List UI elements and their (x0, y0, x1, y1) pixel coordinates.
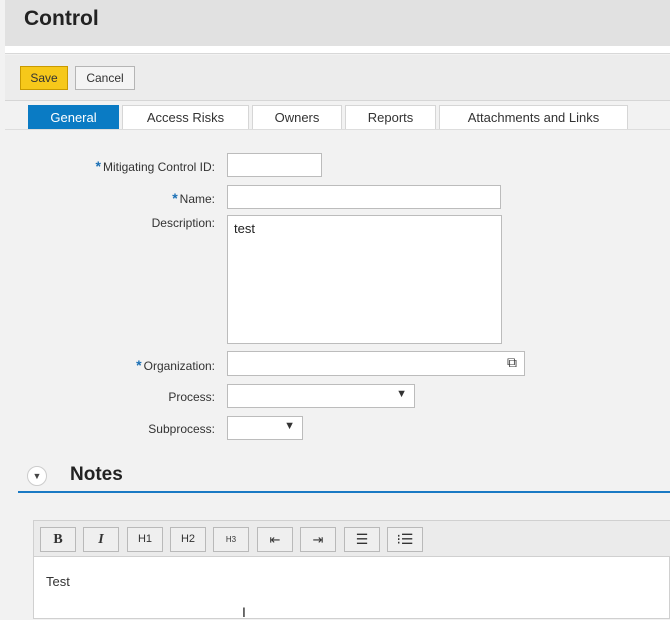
tab-general[interactable]: General (28, 105, 119, 129)
required-marker: * (95, 158, 101, 174)
h1-button[interactable]: H1 (127, 527, 163, 552)
section-divider (18, 491, 670, 493)
numbered-list-button[interactable]: ☰ (344, 527, 380, 552)
chevron-down-icon: ▼ (396, 388, 407, 400)
value-help-icon[interactable]: ⧉ (507, 354, 517, 371)
mitigating-control-id-input[interactable] (227, 153, 322, 177)
tab-owners[interactable]: Owners (252, 105, 342, 129)
label-text: Name: (179, 192, 215, 206)
title-bar (5, 0, 670, 46)
collapse-toggle-icon[interactable]: ▼ (27, 466, 47, 486)
outdent-button[interactable]: ⇤ (257, 527, 293, 552)
h2-button[interactable]: H2 (170, 527, 206, 552)
notes-section-title: Notes (70, 464, 123, 485)
mitigating-control-id-label: * Mitigating Control ID: (96, 158, 216, 174)
indent-icon: ⇥ (312, 532, 324, 547)
outdent-icon: ⇤ (269, 532, 281, 547)
name-input[interactable] (227, 185, 501, 209)
divider (5, 46, 670, 54)
save-button[interactable]: Save (20, 66, 68, 90)
page-title: Control (24, 7, 99, 30)
organization-input[interactable]: ⧉ (227, 351, 525, 376)
notes-content[interactable]: Test (46, 574, 70, 589)
bullet-list-button[interactable]: ⁝☰ (387, 527, 423, 552)
indent-button[interactable]: ⇥ (300, 527, 336, 552)
tab-reports[interactable]: Reports (345, 105, 436, 129)
required-marker: * (136, 357, 142, 373)
bullet-list-icon: ⁝☰ (396, 531, 414, 547)
description-textarea[interactable]: test (227, 215, 502, 344)
numbered-list-icon: ☰ (355, 531, 369, 547)
process-select[interactable]: ▼ (227, 384, 415, 408)
bold-button[interactable]: B (40, 527, 76, 552)
chevron-down-icon: ▼ (284, 420, 295, 432)
required-marker: * (172, 190, 178, 206)
process-label: Process: (168, 390, 215, 404)
description-label: Description: (151, 216, 215, 230)
tab-attachments-and-links[interactable]: Attachments and Links (439, 105, 628, 129)
label-text: Organization: (143, 359, 215, 373)
italic-button[interactable]: I (83, 527, 119, 552)
label-text: Mitigating Control ID: (102, 160, 215, 174)
h3-button[interactable]: H3 (213, 527, 249, 552)
subprocess-label: Subprocess: (148, 422, 215, 436)
text-cursor-icon: I (242, 604, 246, 620)
subprocess-select[interactable]: ▼ (227, 416, 303, 440)
name-label: * Name: (172, 190, 215, 206)
organization-label: * Organization: (136, 357, 215, 373)
cancel-button[interactable]: Cancel (75, 66, 135, 90)
tab-access-risks[interactable]: Access Risks (122, 105, 249, 129)
